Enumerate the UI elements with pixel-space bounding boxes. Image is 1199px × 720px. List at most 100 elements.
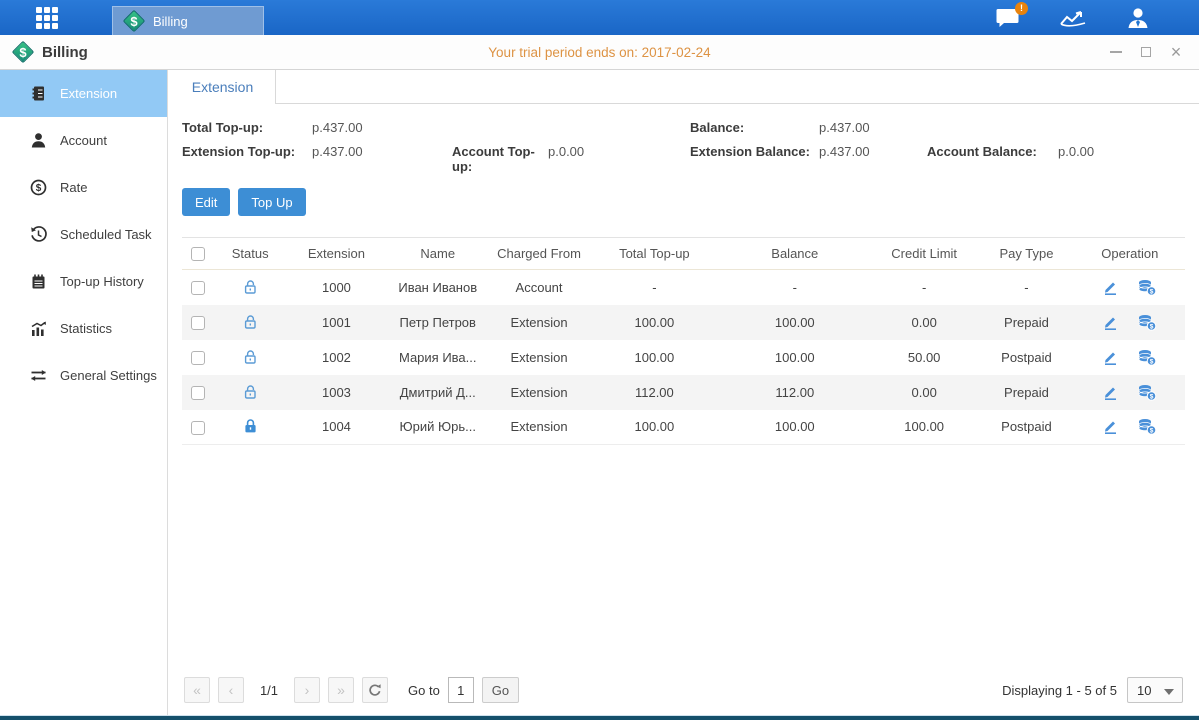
charged-from-cell: Extension bbox=[489, 340, 589, 375]
col-pay-type: Pay Type bbox=[978, 238, 1074, 270]
status-unlocked-icon[interactable] bbox=[242, 384, 259, 401]
statistics-chart-topbar-icon[interactable] bbox=[1059, 7, 1087, 29]
billing-diamond-icon: $ bbox=[123, 10, 145, 32]
chevron-down-icon bbox=[1164, 689, 1174, 695]
go-button[interactable]: Go bbox=[482, 677, 519, 703]
topup-history-notepad-icon bbox=[30, 273, 47, 290]
row-checkbox[interactable] bbox=[191, 281, 205, 295]
window-title-bar: $ Billing Your trial period ends on: 201… bbox=[0, 35, 1199, 70]
sidebar-item-topup-history[interactable]: Top-up History bbox=[0, 258, 167, 305]
table-row[interactable]: 1003 Дмитрий Д... Extension 112.00 112.0… bbox=[182, 375, 1185, 410]
topup-coins-icon[interactable]: $ bbox=[1137, 314, 1157, 331]
status-locked-icon[interactable] bbox=[242, 418, 259, 435]
row-checkbox[interactable] bbox=[191, 351, 205, 365]
total-topup-cell: 100.00 bbox=[589, 410, 719, 445]
row-checkbox[interactable] bbox=[191, 386, 205, 400]
sidebar: Extension Account $ Rate Scheduled Task bbox=[0, 70, 168, 715]
edit-icon[interactable] bbox=[1102, 314, 1119, 331]
account-balance-field: Account Balance: p.0.00 bbox=[927, 144, 1185, 174]
select-all-checkbox[interactable] bbox=[191, 247, 205, 261]
next-page-button[interactable]: › bbox=[294, 677, 320, 703]
account-person-icon bbox=[30, 132, 47, 149]
status-unlocked-icon[interactable] bbox=[242, 349, 259, 366]
prev-page-button[interactable]: ‹ bbox=[218, 677, 244, 703]
table-row[interactable]: 1001 Петр Петров Extension 100.00 100.00… bbox=[182, 305, 1185, 340]
topup-coins-icon[interactable]: $ bbox=[1137, 349, 1157, 366]
col-name: Name bbox=[387, 238, 489, 270]
sidebar-item-extension[interactable]: Extension bbox=[0, 70, 167, 117]
charged-from-cell: Extension bbox=[489, 305, 589, 340]
top-up-button[interactable]: Top Up bbox=[238, 188, 305, 216]
credit-limit-cell: 0.00 bbox=[870, 375, 978, 410]
sidebar-item-rate[interactable]: $ Rate bbox=[0, 164, 167, 211]
col-status: Status bbox=[214, 238, 286, 270]
app-billing-icon: $ bbox=[12, 41, 34, 63]
charged-from-cell: Extension bbox=[489, 375, 589, 410]
balance-cell: - bbox=[720, 270, 870, 305]
svg-text:$: $ bbox=[1150, 288, 1154, 295]
status-unlocked-icon[interactable] bbox=[242, 314, 259, 331]
extension-cell: 1004 bbox=[286, 410, 386, 445]
minimize-button[interactable] bbox=[1109, 45, 1123, 59]
scheduled-task-clock-icon bbox=[30, 226, 47, 243]
refresh-button[interactable] bbox=[362, 677, 388, 703]
summary-panel: Total Top-up: p.437.00 Balance: p.437.00… bbox=[182, 104, 1185, 174]
maximize-button[interactable] bbox=[1139, 45, 1153, 59]
pay-type-cell: Prepaid bbox=[978, 375, 1074, 410]
extension-book-icon bbox=[30, 85, 47, 102]
total-topup-cell: 100.00 bbox=[589, 305, 719, 340]
extension-cell: 1002 bbox=[286, 340, 386, 375]
edit-button[interactable]: Edit bbox=[182, 188, 230, 216]
extension-cell: 1001 bbox=[286, 305, 386, 340]
first-page-button[interactable]: « bbox=[184, 677, 210, 703]
sidebar-item-account[interactable]: Account bbox=[0, 117, 167, 164]
top-bar: $ Billing ! bbox=[0, 0, 1199, 35]
table-row[interactable]: 1004 Юрий Юрь... Extension 100.00 100.00… bbox=[182, 410, 1185, 445]
user-account-icon[interactable] bbox=[1125, 6, 1151, 30]
name-cell: Дмитрий Д... bbox=[387, 375, 489, 410]
edit-icon[interactable] bbox=[1102, 279, 1119, 296]
col-total-topup: Total Top-up bbox=[589, 238, 719, 270]
sidebar-item-scheduled-task[interactable]: Scheduled Task bbox=[0, 211, 167, 258]
last-page-button[interactable]: » bbox=[328, 677, 354, 703]
row-checkbox[interactable] bbox=[191, 316, 205, 330]
apps-grid-icon[interactable] bbox=[36, 7, 70, 29]
page-size-value: 10 bbox=[1137, 683, 1151, 698]
col-balance: Balance bbox=[720, 238, 870, 270]
statistics-chart-icon bbox=[30, 320, 47, 337]
displaying-text: Displaying 1 - 5 of 5 bbox=[1002, 683, 1117, 698]
table-row[interactable]: 1000 Иван Иванов Account - - - - bbox=[182, 270, 1185, 305]
svg-text:$: $ bbox=[1150, 323, 1154, 330]
pagination-bar: « ‹ 1/1 › » Go to Go Displaying 1 - 5 of… bbox=[184, 677, 1183, 703]
topup-coins-icon[interactable]: $ bbox=[1137, 384, 1157, 401]
row-checkbox[interactable] bbox=[191, 421, 205, 435]
status-unlocked-icon[interactable] bbox=[242, 279, 259, 296]
sidebar-item-label: Extension bbox=[60, 86, 117, 101]
balance-cell: 100.00 bbox=[720, 305, 870, 340]
extension-topup-label: Extension Top-up: bbox=[182, 144, 312, 159]
account-topup-value: p.0.00 bbox=[548, 144, 584, 159]
trial-notice: Your trial period ends on: 2017-02-24 bbox=[0, 45, 1199, 60]
page-indicator: 1/1 bbox=[252, 683, 286, 698]
sidebar-item-label: Top-up History bbox=[60, 274, 144, 289]
goto-page-input[interactable] bbox=[448, 677, 474, 703]
topbar-billing-tab[interactable]: $ Billing bbox=[112, 6, 264, 35]
table-header-row: Status Extension Name Charged From Total… bbox=[182, 238, 1185, 270]
edit-icon[interactable] bbox=[1102, 418, 1119, 435]
account-balance-value: p.0.00 bbox=[1058, 144, 1094, 159]
total-topup-cell: 112.00 bbox=[589, 375, 719, 410]
pay-type-cell: Postpaid bbox=[978, 410, 1074, 445]
sidebar-item-general-settings[interactable]: General Settings bbox=[0, 352, 167, 399]
page-size-select[interactable]: 10 bbox=[1127, 677, 1183, 703]
messages-icon[interactable]: ! bbox=[995, 7, 1021, 29]
topup-coins-icon[interactable]: $ bbox=[1137, 418, 1157, 435]
tab-extension[interactable]: Extension bbox=[170, 70, 276, 104]
sidebar-item-statistics[interactable]: Statistics bbox=[0, 305, 167, 352]
close-button[interactable]: × bbox=[1169, 45, 1183, 59]
edit-icon[interactable] bbox=[1102, 349, 1119, 366]
account-balance-label: Account Balance: bbox=[927, 144, 1058, 159]
topup-coins-icon[interactable]: $ bbox=[1137, 279, 1157, 296]
pay-type-cell: Postpaid bbox=[978, 340, 1074, 375]
edit-icon[interactable] bbox=[1102, 384, 1119, 401]
table-row[interactable]: 1002 Мария Ива... Extension 100.00 100.0… bbox=[182, 340, 1185, 375]
